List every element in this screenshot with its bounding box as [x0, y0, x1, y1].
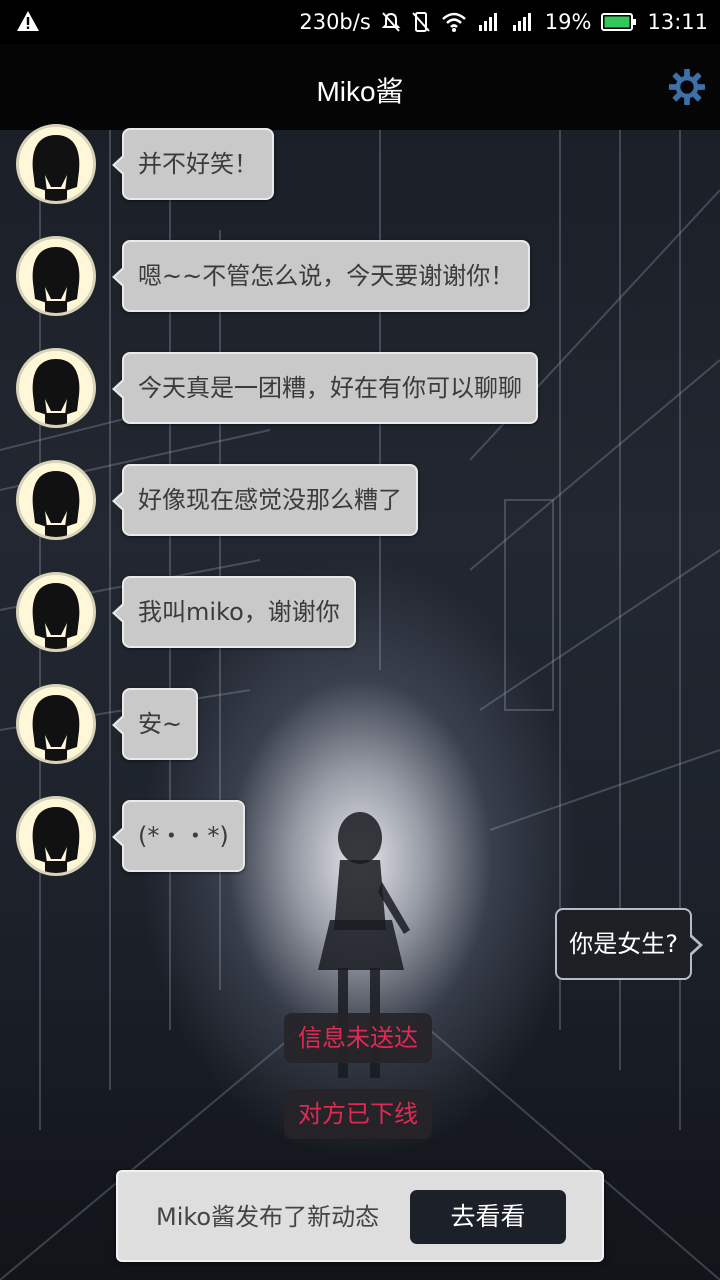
message-row: 并不好笑！: [0, 124, 720, 224]
message-bubble: (*・・*): [112, 800, 245, 872]
warning-icon: [17, 11, 39, 31]
message-row: 嗯~~不管怎么说，今天要谢谢你！: [0, 236, 720, 336]
avatar[interactable]: [16, 684, 96, 764]
signal-icon: [478, 13, 497, 31]
message-row: (*・・*): [0, 796, 720, 896]
go-see-button[interactable]: 去看看: [410, 1190, 566, 1244]
system-notice-offline: 对方已下线: [284, 1089, 432, 1139]
avatar[interactable]: [16, 348, 96, 428]
chat-title: Miko酱: [316, 76, 404, 107]
network-speed: 230b/s: [299, 10, 371, 34]
message-bubble: 好像现在感觉没那么糟了: [112, 464, 418, 536]
avatar[interactable]: [16, 460, 96, 540]
notification-text: Miko酱发布了新动态: [156, 1203, 380, 1231]
battery-percent: 19%: [544, 10, 592, 34]
signal-icon: [512, 13, 531, 31]
message-bubble: 今天真是一团糟，好在有你可以聊聊: [112, 352, 538, 424]
message-bubble: 我叫miko，谢谢你: [112, 576, 356, 648]
title-bar: Miko酱: [0, 44, 720, 130]
avatar[interactable]: [16, 572, 96, 652]
message-row: 安~: [0, 684, 720, 784]
vibrate-icon: [412, 12, 430, 32]
message-bubble: 嗯~~不管怎么说，今天要谢谢你！: [111, 240, 531, 312]
avatar[interactable]: [16, 236, 96, 316]
wifi-icon: [441, 12, 466, 32]
avatar[interactable]: [16, 796, 96, 876]
mute-icon: [381, 12, 401, 32]
message-row: 今天真是一团糟，好在有你可以聊聊: [0, 348, 720, 448]
status-bar: 230b/s 19% 13:11: [0, 0, 720, 44]
message-row: 好像现在感觉没那么糟了: [0, 460, 720, 560]
message-bubble: 并不好笑！: [112, 128, 274, 200]
my-message-bubble: 你是女生?: [555, 908, 703, 980]
avatar[interactable]: [16, 124, 96, 204]
gear-icon[interactable]: [668, 68, 706, 106]
message-row: 我叫miko，谢谢你: [0, 572, 720, 672]
clock: 13:11: [647, 10, 708, 34]
new-post-notification: Miko酱发布了新动态 去看看: [116, 1170, 604, 1262]
message-bubble: 安~: [111, 688, 199, 760]
system-notice-undelivered: 信息未送达: [284, 1013, 432, 1063]
battery-icon: [601, 13, 637, 31]
